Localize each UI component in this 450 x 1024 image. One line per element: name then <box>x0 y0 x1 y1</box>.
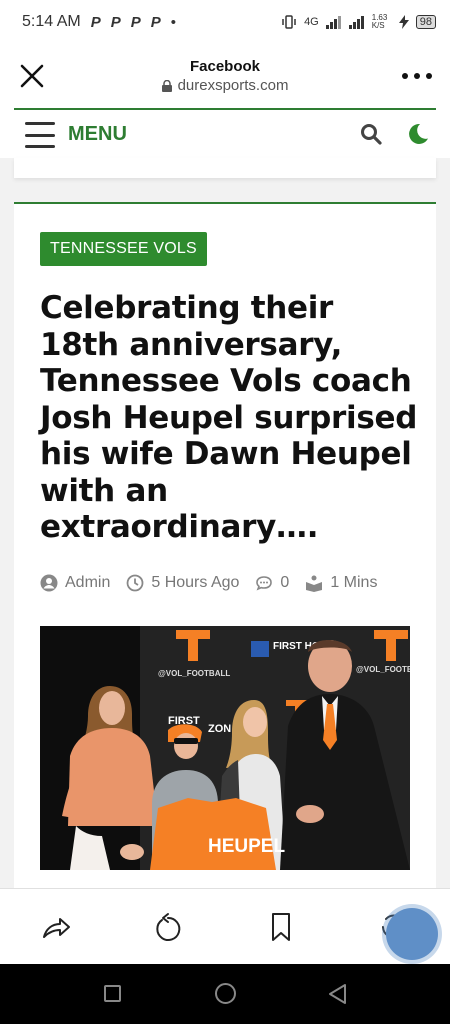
more-notifications-dot: • <box>170 13 177 31</box>
site-nav: MENU <box>14 108 436 158</box>
category-badge[interactable]: TENNESSEE VOLS <box>40 232 207 266</box>
previous-card-edge <box>14 158 436 178</box>
comment-icon <box>256 576 273 591</box>
comment-count: 0 <box>280 574 290 591</box>
clock-icon <box>126 574 144 592</box>
battery-level: 98 <box>415 15 436 29</box>
meta-read-time: 1 Mins <box>305 574 377 592</box>
meta-author[interactable]: Admin <box>40 574 110 592</box>
parking-notification-icon: P <box>150 13 161 31</box>
vibrate-icon <box>282 15 296 29</box>
lock-icon <box>161 79 172 92</box>
more-options-icon[interactable] <box>402 66 432 86</box>
user-icon <box>40 574 58 592</box>
signal-icon <box>325 16 341 29</box>
browser-header: Facebook durexsports.com <box>0 44 450 108</box>
parking-notification-icon: P <box>110 13 121 31</box>
recents-icon[interactable] <box>104 985 121 1002</box>
network-type: 4G <box>304 16 319 28</box>
parking-notification-icon: P <box>130 13 141 31</box>
browser-title-area: Facebook durexsports.com <box>0 58 450 94</box>
parking-notification-icon: P <box>90 13 101 31</box>
orange-jersey <box>150 798 276 870</box>
status-bar: 5:14 AM P P P P • 4G 1.63 K/S 98 <box>0 0 450 44</box>
bookmark-icon[interactable] <box>265 911 297 943</box>
article-image[interactable]: @VOL_FOOTBALL FIRST HORI @VOL_FOOTB FIRS… <box>40 626 410 870</box>
signal-icon-2 <box>348 16 364 29</box>
jersey-name: HEUPEL <box>208 836 285 857</box>
dark-mode-moon-icon[interactable] <box>406 122 430 146</box>
meta-time: 5 Hours Ago <box>126 574 239 592</box>
charging-icon <box>398 15 409 29</box>
search-icon[interactable] <box>360 123 382 145</box>
reload-icon[interactable] <box>152 911 184 943</box>
android-nav-bar <box>0 964 450 1024</box>
svg-text:ZON: ZON <box>208 723 231 735</box>
menu-label[interactable]: MENU <box>68 123 127 146</box>
reading-icon <box>306 575 323 592</box>
network-speed: 1.63 K/S <box>371 13 388 30</box>
browser-url: durexsports.com <box>177 77 289 94</box>
browser-url-row: durexsports.com <box>0 77 450 94</box>
article-card: TENNESSEE VOLS Celebrating their 18th an… <box>14 202 436 902</box>
browser-bottom-bar <box>0 888 450 964</box>
svg-text:@VOL_FOOTB: @VOL_FOOTB <box>356 665 410 674</box>
hamburger-menu-icon[interactable] <box>25 122 55 148</box>
press-conference-photo: @VOL_FOOTBALL FIRST HORI @VOL_FOOTB FIRS… <box>40 626 410 870</box>
floating-touch-indicator[interactable] <box>386 908 438 960</box>
meta-comments[interactable]: 0 <box>255 574 289 592</box>
back-icon[interactable] <box>327 983 347 1005</box>
article-headline[interactable]: Celebrating their 18th anniversary, Tenn… <box>40 290 420 546</box>
author-name: Admin <box>65 574 111 591</box>
article-meta: Admin 5 Hours Ago 0 1 Mins <box>40 574 393 592</box>
read-time: 1 Mins <box>330 574 378 591</box>
time-ago: 5 Hours Ago <box>151 574 240 591</box>
first-horizon-logo <box>251 641 269 657</box>
browser-title: Facebook <box>189 58 261 75</box>
share-icon[interactable] <box>40 911 72 943</box>
status-time: 5:14 AM <box>22 13 81 30</box>
backdrop-handle: @VOL_FOOTBALL <box>158 669 230 678</box>
home-icon[interactable] <box>215 983 236 1004</box>
